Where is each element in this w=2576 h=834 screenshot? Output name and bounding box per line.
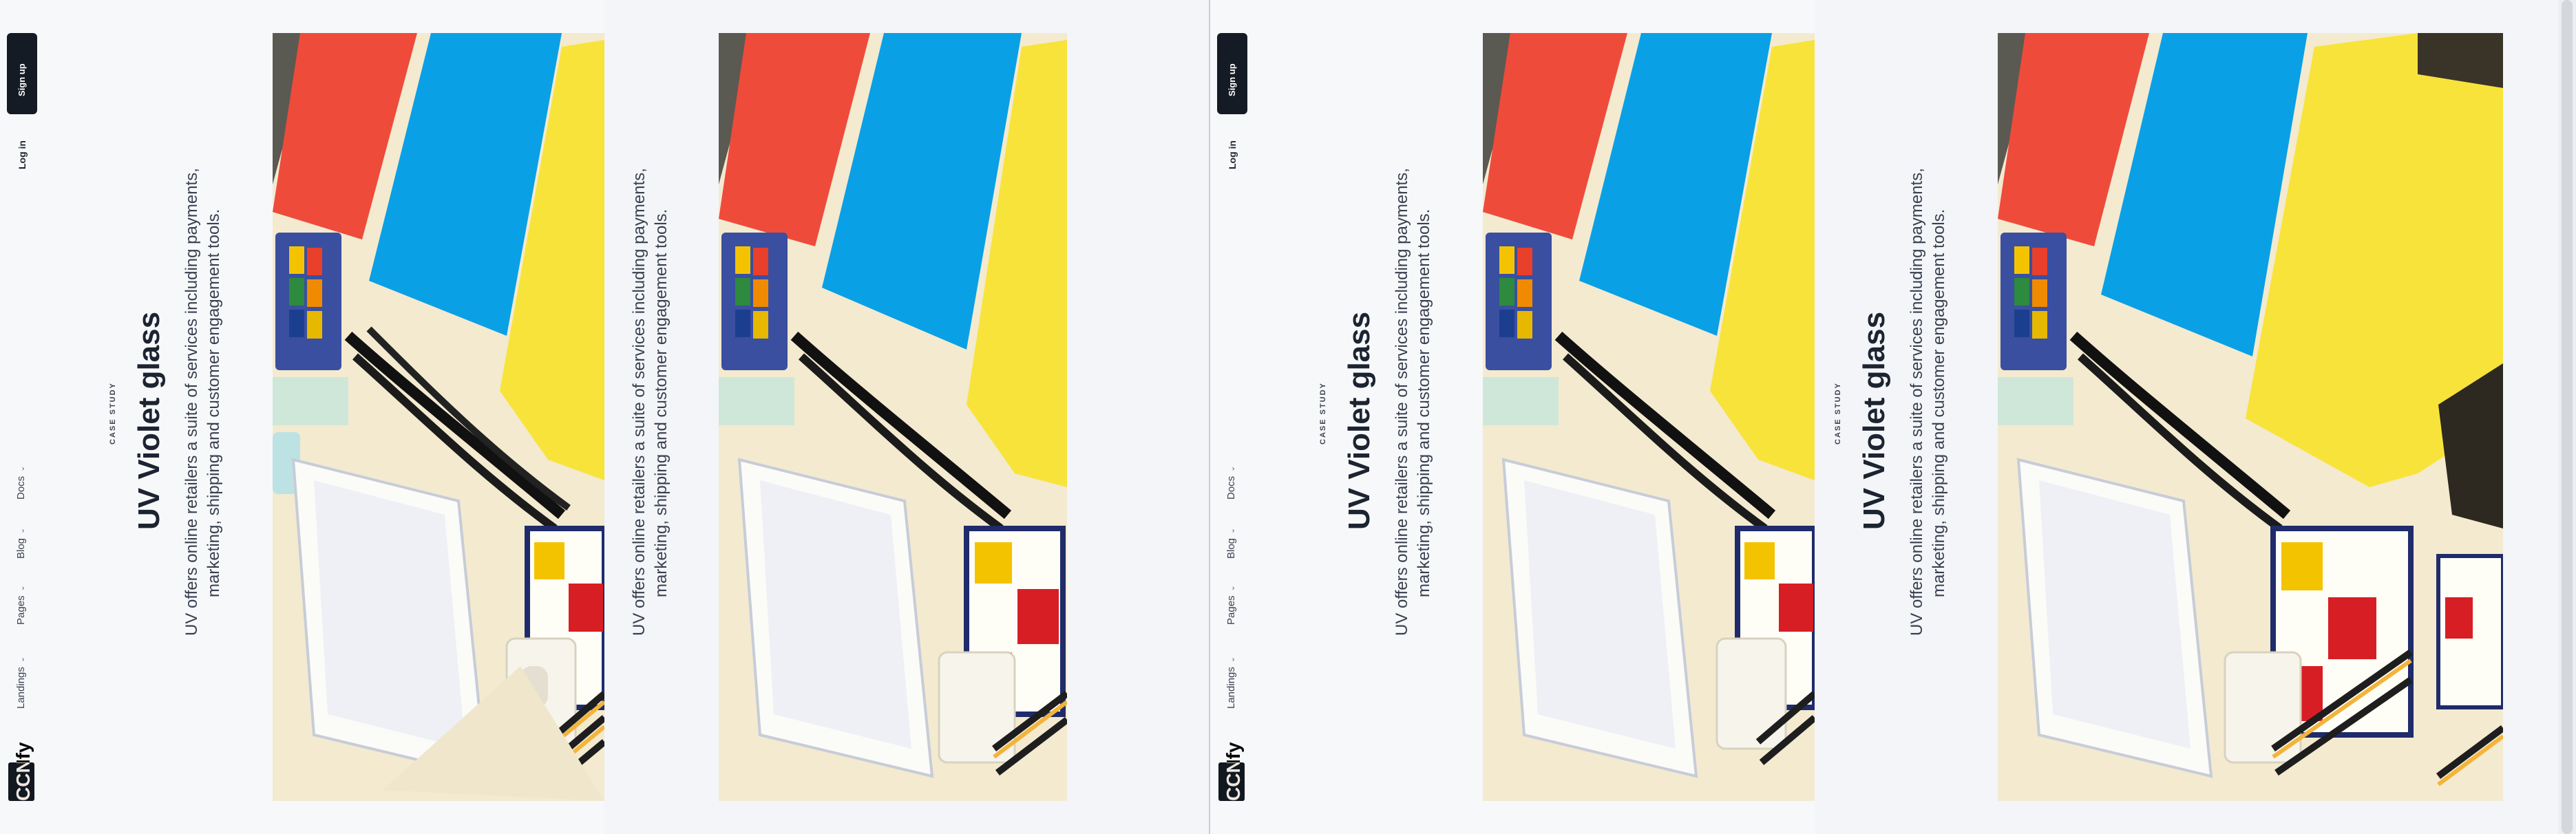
nav-item-pages[interactable]: Pages ⌄ — [15, 585, 27, 625]
chevron-down-icon: ⌄ — [18, 585, 26, 592]
logo[interactable]: CCNfy — [8, 735, 34, 801]
hero-description-line-2: marketing, shipping and customer engagem… — [652, 208, 671, 597]
hero-title: UV Violet glass — [1857, 311, 1891, 530]
hero-image — [273, 33, 604, 801]
nav-item-label: Pages — [1225, 595, 1237, 625]
hero-eyebrow: CASE STUDY — [1319, 382, 1327, 445]
nav-item-docs[interactable]: Docs ⌄ — [15, 466, 27, 500]
logo-text: CCNfy — [1223, 742, 1244, 801]
nav-item-pages[interactable]: Pages ⌄ — [1225, 585, 1237, 625]
login-link[interactable]: Log in — [1227, 140, 1238, 169]
chevron-down-icon: ⌄ — [18, 527, 26, 534]
nav-item-landings[interactable]: Landings ⌄ — [15, 656, 27, 709]
chevron-down-icon: ⌄ — [1228, 585, 1236, 592]
nav-item-label: Landings — [15, 667, 27, 709]
panel-4: CASE STUDY UV Violet glass UV offers onl… — [1815, 0, 2558, 834]
hero-eyebrow: CASE STUDY — [1834, 382, 1842, 445]
chevron-down-icon: ⌄ — [18, 465, 26, 472]
hero-image — [1483, 33, 1815, 801]
nav-item-label: Blog — [15, 537, 27, 559]
signup-label: Sign up — [1227, 63, 1237, 96]
hero-image — [719, 33, 1067, 801]
hero-description-line-1: UV offers online retailers a suite of se… — [1393, 168, 1411, 636]
hero-description-line-1: UV offers online retailers a suite of se… — [182, 168, 201, 636]
logo-text: CCNfy — [12, 742, 34, 801]
chevron-down-icon: ⌄ — [1228, 527, 1236, 534]
hero-description-line-1: UV offers online retailers a suite of se… — [1908, 168, 1926, 636]
signup-button[interactable]: Sign up — [1217, 33, 1247, 114]
hero-eyebrow: CASE STUDY — [109, 382, 117, 445]
nav-item-label: Landings — [1225, 667, 1237, 709]
logo[interactable]: CCNfy — [1218, 735, 1245, 801]
screenshot-stage: CCNfy Landings ⌄ Pages ⌄ Blog ⌄ Docs ⌄ Log i… — [0, 0, 2576, 834]
hero-description-line-1: UV offers online retailers a suite of se… — [630, 168, 648, 636]
vertical-scrollbar[interactable] — [2558, 0, 2576, 834]
hero-photo-illustration — [1998, 33, 2503, 801]
nav-item-blog[interactable]: Blog ⌄ — [15, 528, 27, 559]
chevron-down-icon: ⌄ — [18, 656, 26, 663]
scrollbar-thumb[interactable] — [2562, 0, 2573, 834]
hero-description-line-2: marketing, shipping and customer engagem… — [204, 208, 223, 597]
chevron-down-icon: ⌄ — [1228, 465, 1236, 472]
panel-3: CCNfy Landings ⌄ Pages ⌄ Blog ⌄ Docs ⌄ Log i… — [1210, 0, 1815, 834]
hero-description-line-2: marketing, shipping and customer engagem… — [1415, 208, 1433, 597]
nav-item-blog[interactable]: Blog ⌄ — [1225, 528, 1237, 559]
hero-title: UV Violet glass — [132, 311, 166, 530]
hero-description-line-2: marketing, shipping and customer engagem… — [1930, 208, 1948, 597]
panel-1: CCNfy Landings ⌄ Pages ⌄ Blog ⌄ Docs ⌄ Log i… — [0, 0, 604, 834]
nav-item-label: Docs — [15, 475, 27, 500]
nav-item-label: Pages — [15, 595, 27, 625]
chevron-down-icon: ⌄ — [1228, 656, 1236, 663]
nav-item-landings[interactable]: Landings ⌄ — [1225, 656, 1237, 709]
hero-photo-illustration — [719, 33, 1067, 801]
signup-button[interactable]: Sign up — [7, 33, 37, 114]
nav-item-docs[interactable]: Docs ⌄ — [1225, 466, 1237, 500]
hero-title: UV Violet glass — [1342, 311, 1376, 530]
signup-label: Sign up — [17, 63, 27, 96]
hero-photo-illustration — [1483, 33, 1815, 801]
login-link[interactable]: Log in — [17, 140, 28, 169]
hero-photo-illustration — [273, 33, 604, 801]
panel-2: UV offers online retailers a suite of se… — [604, 0, 1209, 834]
nav-item-label: Docs — [1225, 475, 1237, 500]
hero-image — [1998, 33, 2503, 801]
nav-item-label: Blog — [1225, 537, 1237, 559]
